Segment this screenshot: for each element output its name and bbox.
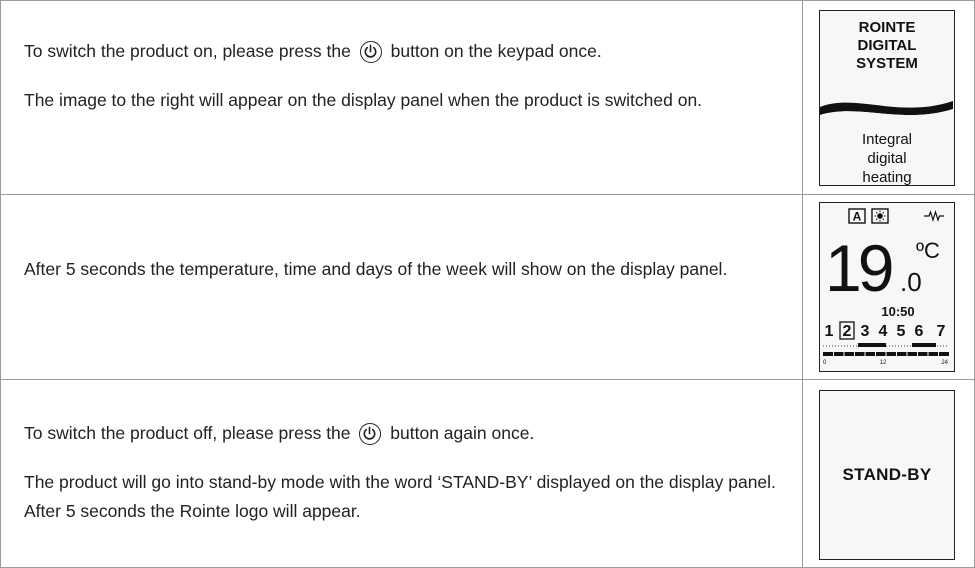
auto-mode-letter: A [853,210,862,224]
row-2-paragraph-1: After 5 seconds the temperature, time an… [24,259,728,279]
logo-display-panel: ROINTE DIGITAL SYSTEM Integral digital h… [819,10,955,186]
timeline-label-0: 0 [823,360,827,366]
row-3-text-before-icon: To switch the product off, please press … [24,423,351,443]
timeline-label-24: 24 [941,360,948,366]
rointe-logo-text: ROINTE DIGITAL SYSTEM [820,19,954,73]
row-1-text: To switch the product on, please press t… [24,37,794,115]
weekday-4: 4 [879,323,888,340]
instruction-table: To switch the product on, please press t… [0,0,975,568]
weekday-7: 7 [937,323,946,340]
power-icon [359,423,382,445]
weekday-2: 2 [843,323,852,340]
row-divider-1 [0,194,975,195]
logo-line-3: SYSTEM [856,55,918,72]
row-2-text: After 5 seconds the temperature, time an… [24,255,794,284]
temperature-integer: 19 [825,231,892,305]
weekday-5: 5 [897,323,906,340]
resistor-icon [924,209,944,223]
logo-wave-graphic [820,101,953,129]
table-border-top [0,0,975,1]
logo-subtitle: Integral digital heating [820,130,954,187]
logo-subtitle-line-3: heating [862,169,912,186]
standby-display-panel: STAND-BY [819,390,955,560]
temperature-display-panel: A 19 .0 ºC 10:50 1 2 3 4 5 6 7 0 12 24 [819,202,955,372]
power-icon [359,41,382,63]
temperature-unit: ºC [916,238,940,263]
clock-time: 10:50 [881,304,914,319]
weekday-6: 6 [915,323,924,340]
row-3-text-after-icon: button again once. [390,423,535,443]
schedule-timeline [823,343,949,356]
row-3-text: To switch the product off, please press … [24,419,794,526]
temperature-decimal: .0 [900,267,922,297]
logo-subtitle-line-2: digital [867,150,907,167]
timeline-label-12: 12 [880,360,887,366]
sun-icon [871,208,889,224]
standby-label: STAND-BY [842,465,932,484]
row-1-paragraph-2: The image to the right will appear on th… [24,90,703,110]
table-border-left [0,0,1,568]
column-divider [802,0,803,568]
lcd-screen: A 19 .0 ºC 10:50 1 2 3 4 5 6 7 0 12 24 [823,208,949,366]
row-3-line-1: To switch the product off, please press … [24,419,794,448]
weekday-3: 3 [861,323,870,340]
weekday-1: 1 [825,323,834,340]
row-1-line-1: To switch the product on, please press t… [24,37,794,66]
row-1-text-before-icon: To switch the product on, please press t… [24,41,351,61]
logo-subtitle-line-1: Integral [861,131,913,148]
logo-line-2: DIGITAL [857,37,917,54]
row-1-text-after-icon: button on the keypad once. [390,41,602,61]
row-3-paragraph-2: The product will go into stand-by mode w… [24,472,776,521]
row-divider-2 [0,379,975,380]
logo-line-1: ROINTE [858,19,916,36]
